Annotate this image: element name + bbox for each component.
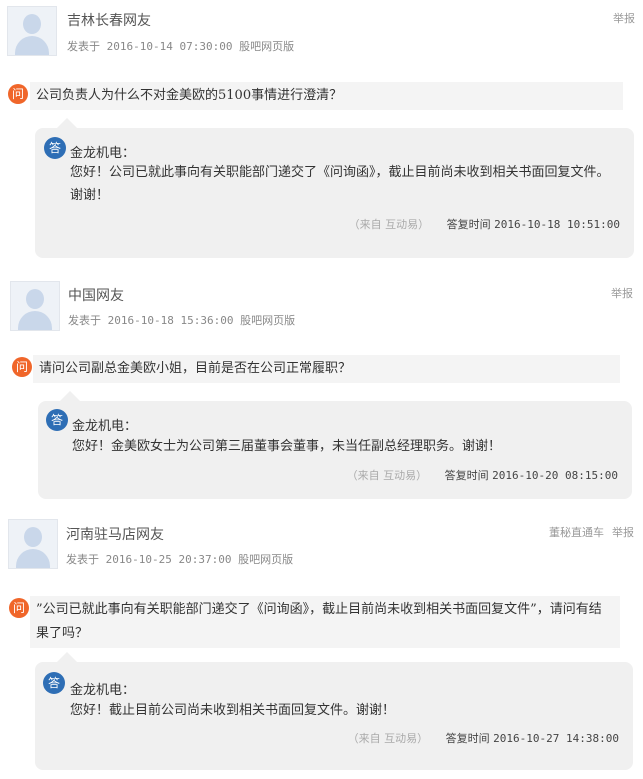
- reply-time-label: 答复时间: [446, 218, 491, 231]
- avatar[interactable]: [8, 519, 58, 569]
- company-name: 金龙机电：: [70, 146, 136, 161]
- posted-prefix: 发表于: [67, 40, 100, 53]
- company-name: 金龙机电：: [70, 683, 136, 698]
- answer-footer: （来自 互动易） 答复时间 2016-10-20 08:15:00: [347, 467, 618, 483]
- post-source: 股吧网页版: [239, 40, 295, 53]
- answer-icon: 答: [46, 409, 68, 431]
- posted-prefix: 发表于: [68, 314, 101, 327]
- post-meta: 发表于 2016-10-18 15:36:00 股吧网页版: [68, 312, 295, 328]
- report-link[interactable]: 举报: [611, 285, 633, 301]
- posted-prefix: 发表于: [66, 553, 99, 566]
- answer-source: （来自 互动易）: [347, 732, 429, 745]
- answer-box: 答 金龙机电： 您好！金美欧女士为公司第三届董事会董事，未当任副总经理职务。谢谢…: [38, 391, 632, 499]
- question-icon: 问: [8, 84, 28, 104]
- reply-time-label: 答复时间: [445, 732, 490, 745]
- posted-time: 2016-10-14 07:30:00: [106, 40, 233, 53]
- posted-time: 2016-10-18 15:36:00: [107, 314, 234, 327]
- username[interactable]: 河南驻马店网友: [66, 524, 164, 544]
- answer-icon: 答: [44, 137, 66, 159]
- posted-time: 2016-10-25 20:37:00: [105, 553, 232, 566]
- question-text: 公司负责人为什么不对金美欧的5100事情进行澄清？: [30, 82, 623, 110]
- username[interactable]: 中国网友: [68, 285, 124, 305]
- reply-time: 2016-10-20 08:15:00: [492, 469, 618, 482]
- company-name: 金龙机电：: [72, 419, 138, 434]
- reply-time-label: 答复时间: [444, 469, 489, 482]
- post-meta: 发表于 2016-10-14 07:30:00 股吧网页版: [67, 38, 294, 54]
- question-text: ”公司已就此事向有关职能部门递交了《问询函》，截止目前尚未收到相关书面回复文件”…: [30, 596, 620, 648]
- answer-footer: （来自 互动易） 答复时间 2016-10-18 10:51:00: [349, 216, 620, 232]
- answer-footer: （来自 互动易） 答复时间 2016-10-27 14:38:00: [348, 730, 619, 746]
- answer-text: 您好！公司已就此事向有关职能部门递交了《问询函》，截止目前尚未收到相关书面回复文…: [70, 165, 610, 203]
- question-icon: 问: [12, 357, 32, 377]
- question-text: 请问公司副总金美欧小姐，目前是否在公司正常履职？: [33, 355, 620, 383]
- post-source: 股吧网页版: [240, 314, 296, 327]
- username[interactable]: 吉林长春网友: [67, 10, 151, 30]
- answer-source: （来自 互动易）: [348, 218, 430, 231]
- report-link[interactable]: 举报: [613, 10, 635, 26]
- answer-source: （来自 互动易）: [346, 469, 428, 482]
- post-source: 股吧网页版: [238, 553, 294, 566]
- question-icon: 问: [9, 598, 29, 618]
- avatar[interactable]: [10, 281, 60, 331]
- report-link[interactable]: 举报: [612, 524, 634, 540]
- answer-box: 答 金龙机电： 您好！公司已就此事向有关职能部门递交了《问询函》，截止目前尚未收…: [35, 118, 634, 258]
- reply-time: 2016-10-18 10:51:00: [494, 218, 620, 231]
- answer-text: 您好！金美欧女士为公司第三届董事会董事，未当任副总经理职务。谢谢！: [72, 439, 502, 454]
- answer-text: 您好！截止目前公司尚未收到相关书面回复文件。谢谢！: [70, 703, 396, 718]
- answer-icon: 答: [43, 672, 65, 694]
- secretary-tag[interactable]: 董秘直通车: [549, 524, 604, 540]
- post-meta: 发表于 2016-10-25 20:37:00 股吧网页版: [66, 551, 293, 567]
- answer-box: 答 金龙机电： 您好！截止目前公司尚未收到相关书面回复文件。谢谢！ （来自 互动…: [35, 652, 633, 770]
- reply-time: 2016-10-27 14:38:00: [493, 732, 619, 745]
- avatar[interactable]: [7, 6, 57, 56]
